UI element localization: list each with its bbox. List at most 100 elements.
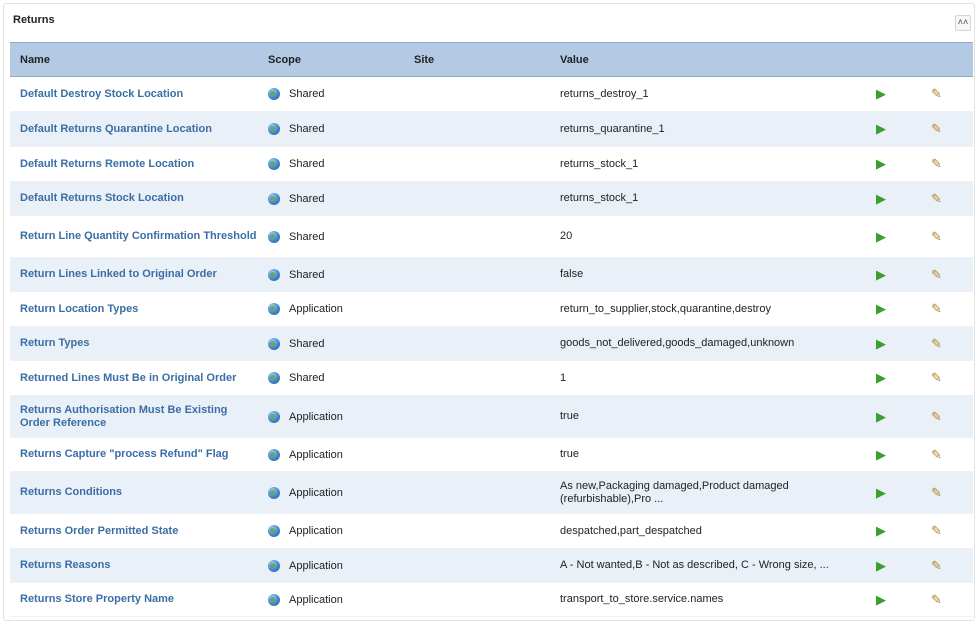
globe-icon — [268, 559, 280, 572]
name-cell: Returns Reasons — [10, 548, 258, 583]
pencil-icon[interactable]: ✎ — [931, 593, 942, 606]
setting-name-link[interactable]: Returns Store Property Name — [20, 593, 174, 606]
setting-name-link[interactable]: Returns Order Permitted State — [20, 525, 178, 538]
play-icon[interactable]: ▶ — [876, 371, 886, 384]
setting-name-link[interactable]: Default Returns Quarantine Location — [20, 123, 212, 136]
play-icon[interactable]: ▶ — [876, 410, 886, 423]
name-cell: Returns Authorisation Must Be Existing O… — [10, 395, 258, 438]
column-header-execute — [866, 42, 921, 77]
column-header-name[interactable]: Name — [10, 42, 258, 77]
edit-cell: ✎ — [921, 291, 973, 327]
setting-name-link[interactable]: Return Location Types — [20, 303, 138, 316]
pencil-icon[interactable]: ✎ — [931, 230, 942, 243]
execute-cell: ▶ — [866, 326, 921, 361]
site-cell — [404, 76, 550, 112]
play-icon[interactable]: ▶ — [876, 302, 886, 315]
pencil-icon[interactable]: ✎ — [931, 448, 942, 461]
pencil-icon[interactable]: ✎ — [931, 524, 942, 537]
scope-cell: Application — [258, 513, 404, 549]
play-icon[interactable]: ▶ — [876, 192, 886, 205]
play-icon[interactable]: ▶ — [876, 230, 886, 243]
play-icon[interactable]: ▶ — [876, 268, 886, 281]
scope-display: Shared — [268, 372, 404, 384]
play-icon[interactable]: ▶ — [876, 122, 886, 135]
pencil-icon[interactable]: ✎ — [931, 486, 942, 499]
site-cell — [404, 181, 550, 216]
table-row: Returned Lines Must Be in Original Order… — [10, 360, 973, 396]
scope-display: Application — [268, 593, 404, 606]
scope-cell: Shared — [258, 76, 404, 112]
play-icon[interactable]: ▶ — [876, 157, 886, 170]
name-cell: Default Returns Quarantine Location — [10, 111, 258, 147]
play-icon[interactable]: ▶ — [876, 593, 886, 606]
table-row: Return Lines Linked to Original Order Sha… — [10, 257, 973, 292]
scope-label: Application — [289, 559, 343, 572]
pencil-icon[interactable]: ✎ — [931, 371, 942, 384]
table-row: Returns Capture "process Refund" Flag App… — [10, 437, 973, 472]
pencil-icon[interactable]: ✎ — [931, 410, 942, 423]
edit-cell: ✎ — [921, 181, 973, 216]
edit-cell: ✎ — [921, 257, 973, 292]
pencil-icon[interactable]: ✎ — [931, 302, 942, 315]
site-cell — [404, 257, 550, 292]
scope-cell: Application — [258, 291, 404, 327]
setting-name-link[interactable]: Returns Authorisation Must Be Existing O… — [20, 404, 258, 430]
value-cell: false — [550, 257, 866, 292]
setting-name-link[interactable]: Returns Reasons — [20, 559, 110, 572]
pencil-icon[interactable]: ✎ — [931, 87, 942, 100]
play-icon[interactable]: ▶ — [876, 448, 886, 461]
setting-value: A - Not wanted,B - Not as described, C -… — [560, 559, 829, 571]
setting-name-link[interactable]: Returned Lines Must Be in Original Order — [20, 372, 236, 385]
globe-icon — [268, 593, 280, 606]
setting-name-link[interactable]: Return Line Quantity Confirmation Thresh… — [20, 230, 257, 243]
pencil-icon[interactable]: ✎ — [931, 122, 942, 135]
name-cell: Default Returns Remote Location — [10, 146, 258, 182]
value-cell: transport_to_store.service.names — [550, 582, 866, 617]
play-icon[interactable]: ▶ — [876, 486, 886, 499]
execute-cell: ▶ — [866, 181, 921, 216]
execute-cell: ▶ — [866, 471, 921, 514]
pencil-icon[interactable]: ✎ — [931, 337, 942, 350]
pencil-icon[interactable]: ✎ — [931, 157, 942, 170]
collapse-button[interactable]: ˄˄ — [955, 15, 971, 31]
edit-cell: ✎ — [921, 513, 973, 549]
play-icon[interactable]: ▶ — [876, 559, 886, 572]
settings-table: Name Scope Site Value Default Destroy St… — [10, 42, 973, 617]
setting-value: false — [560, 268, 584, 280]
setting-name-link[interactable]: Return Lines Linked to Original Order — [20, 268, 217, 281]
globe-icon — [268, 230, 280, 243]
setting-value: return_to_supplier,stock,quarantine,dest… — [560, 302, 771, 315]
play-icon[interactable]: ▶ — [876, 524, 886, 537]
play-icon[interactable]: ▶ — [876, 87, 886, 100]
pencil-icon[interactable]: ✎ — [931, 192, 942, 205]
pencil-icon[interactable]: ✎ — [931, 268, 942, 281]
column-header-site[interactable]: Site — [404, 42, 550, 77]
setting-name-link[interactable]: Returns Conditions — [20, 486, 122, 499]
setting-name-link[interactable]: Returns Capture "process Refund" Flag — [20, 448, 228, 461]
setting-name-link[interactable]: Default Returns Remote Location — [20, 158, 194, 171]
setting-name-link[interactable]: Default Destroy Stock Location — [20, 88, 183, 101]
execute-cell: ▶ — [866, 395, 921, 438]
setting-value: true — [560, 448, 579, 460]
setting-name-link[interactable]: Return Types — [20, 337, 89, 350]
name-cell: Return Line Quantity Confirmation Thresh… — [10, 215, 258, 258]
scope-display: Application — [268, 448, 404, 461]
value-cell: returns_destroy_1 — [550, 76, 866, 112]
execute-cell: ▶ — [866, 360, 921, 396]
edit-cell: ✎ — [921, 548, 973, 583]
value-cell: goods_not_delivered,goods_damaged,unknow… — [550, 326, 866, 361]
column-header-scope[interactable]: Scope — [258, 42, 404, 77]
setting-name-link[interactable]: Default Returns Stock Location — [20, 192, 184, 205]
globe-icon — [268, 372, 280, 384]
pencil-icon[interactable]: ✎ — [931, 559, 942, 572]
table-row: Returns Store Property Name Application tr… — [10, 582, 973, 617]
column-header-value[interactable]: Value — [550, 42, 866, 77]
play-icon[interactable]: ▶ — [876, 337, 886, 350]
table-body: Default Destroy Stock Location Shared retu… — [10, 76, 973, 617]
table-row: Returns Conditions Application As new,Pack… — [10, 471, 973, 514]
setting-value: despatched,part_despatched — [560, 524, 702, 537]
name-cell: Returns Conditions — [10, 471, 258, 514]
table-header-row: Name Scope Site Value — [10, 42, 973, 77]
name-cell: Returns Store Property Name — [10, 582, 258, 617]
scope-display: Shared — [268, 88, 404, 100]
